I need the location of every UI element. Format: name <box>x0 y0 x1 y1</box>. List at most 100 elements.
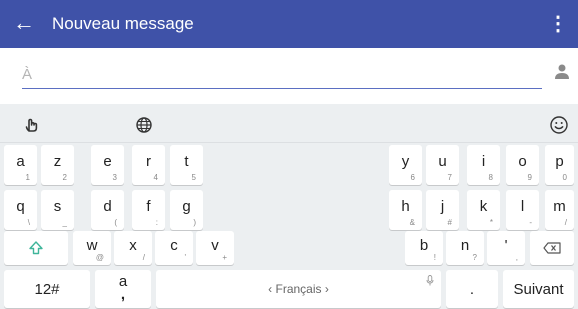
key-main: x <box>129 237 137 254</box>
key-y[interactable]: y6 <box>389 145 422 185</box>
key-main: j <box>440 198 445 215</box>
key-sub: 4 <box>153 173 158 182</box>
key-d[interactable]: d( <box>91 190 124 230</box>
key-sub: # <box>447 218 452 227</box>
key-main: a <box>16 153 25 170</box>
key-sub: 8 <box>488 173 493 182</box>
key-sub: 7 <box>447 173 452 182</box>
key-sub: 3 <box>112 173 117 182</box>
microphone-icon <box>426 273 434 290</box>
key-main: n <box>460 237 470 254</box>
key-o[interactable]: o9 <box>506 145 539 185</box>
key-main: r <box>146 153 151 170</box>
key-sub: ! <box>433 253 436 262</box>
period-key-label: . <box>469 280 475 298</box>
key-k[interactable]: k * <box>467 190 500 230</box>
key-m[interactable]: m / <box>545 190 574 230</box>
key-main: v <box>211 237 219 254</box>
symbols-key[interactable]: 12# <box>4 270 90 308</box>
key-main: q <box>16 198 25 215</box>
arrow-left-icon[interactable]: ← <box>13 10 35 36</box>
key-sub: 2 <box>62 173 67 182</box>
smiley-icon[interactable] <box>545 112 573 138</box>
key-g[interactable]: g) <box>170 190 203 230</box>
key-f[interactable]: f: <box>132 190 165 230</box>
key-q[interactable]: q \ <box>4 190 37 230</box>
key-b[interactable]: b! <box>405 231 443 265</box>
key-sub: : <box>155 218 158 227</box>
key-x[interactable]: x / <box>114 231 152 265</box>
key-sub: 6 <box>410 173 415 182</box>
key-sub: 1 <box>25 173 30 182</box>
key-sub: ? <box>472 253 477 262</box>
recipient-row <box>0 48 578 104</box>
key-u[interactable]: u7 <box>426 145 459 185</box>
key-sub: * <box>489 218 493 227</box>
key-sub: _ <box>62 218 67 227</box>
key-sub: - <box>529 218 532 227</box>
key-v[interactable]: v + <box>196 231 234 265</box>
backspace-key[interactable] <box>530 231 574 265</box>
key-sub: / <box>564 218 567 227</box>
key-sub: & <box>409 218 415 227</box>
key-sub: , <box>515 253 518 262</box>
key-sub: ( <box>114 218 117 227</box>
key-sub: @ <box>95 253 104 262</box>
soft-keyboard: a1 z2 e3 r4 t5 y6 u7 i8 o9 p0 q \ s _ d( f… <box>0 104 578 309</box>
hand-pointer-icon[interactable] <box>18 112 46 138</box>
key-j[interactable]: j # <box>426 190 459 230</box>
key-r[interactable]: r4 <box>132 145 165 185</box>
key-e[interactable]: e3 <box>91 145 124 185</box>
key-s[interactable]: s _ <box>41 190 74 230</box>
globe-icon[interactable] <box>130 112 158 138</box>
key-main: b <box>419 237 429 254</box>
app-bar: ← Nouveau message ⋮ <box>0 0 578 48</box>
backspace-icon <box>530 231 574 265</box>
key-sub: + <box>222 253 227 262</box>
more-vert-icon[interactable]: ⋮ <box>548 12 568 36</box>
punctuation-key[interactable]: a , <box>95 270 151 308</box>
recipient-underline <box>22 88 542 89</box>
punctuation-key-sub: , <box>120 286 126 303</box>
key-apostrophe[interactable]: ', <box>487 231 525 265</box>
key-sub: \ <box>27 218 30 227</box>
key-p[interactable]: p0 <box>545 145 574 185</box>
shift-key[interactable] <box>4 231 68 265</box>
key-main: e <box>103 153 112 170</box>
symbols-key-label: 12# <box>34 280 60 298</box>
space-key[interactable]: ‹ Français › <box>156 270 441 308</box>
key-i[interactable]: i8 <box>467 145 500 185</box>
period-key[interactable]: . <box>446 270 498 308</box>
person-icon[interactable] <box>552 62 572 82</box>
key-main: w <box>86 237 98 254</box>
key-n[interactable]: n? <box>446 231 484 265</box>
key-w[interactable]: w @ <box>73 231 111 265</box>
key-z[interactable]: z2 <box>41 145 74 185</box>
key-main: y <box>401 153 410 170</box>
key-a[interactable]: a1 <box>4 145 37 185</box>
key-sub: 9 <box>527 173 532 182</box>
key-main: p <box>555 153 564 170</box>
key-main: f <box>146 198 151 215</box>
page-title: Nouveau message <box>52 14 194 33</box>
key-main: l <box>520 198 525 215</box>
key-main: t <box>184 153 189 170</box>
key-t[interactable]: t5 <box>170 145 203 185</box>
key-main: s <box>53 198 62 215</box>
next-key-label: Suivant <box>513 280 564 298</box>
key-l[interactable]: l- <box>506 190 539 230</box>
key-main: u <box>438 153 447 170</box>
key-h[interactable]: h & <box>389 190 422 230</box>
key-main: c <box>170 237 178 254</box>
key-main: h <box>401 198 410 215</box>
recipient-input[interactable] <box>22 62 542 86</box>
next-key[interactable]: Suivant <box>503 270 574 308</box>
key-c[interactable]: c ' <box>155 231 193 265</box>
key-main: g <box>182 198 191 215</box>
key-main: ' <box>504 237 508 254</box>
key-sub: 0 <box>562 173 567 182</box>
shift-arrow-icon <box>4 231 68 265</box>
key-main: z <box>53 153 62 170</box>
key-sub: ' <box>184 253 186 262</box>
key-main: k <box>479 198 488 215</box>
